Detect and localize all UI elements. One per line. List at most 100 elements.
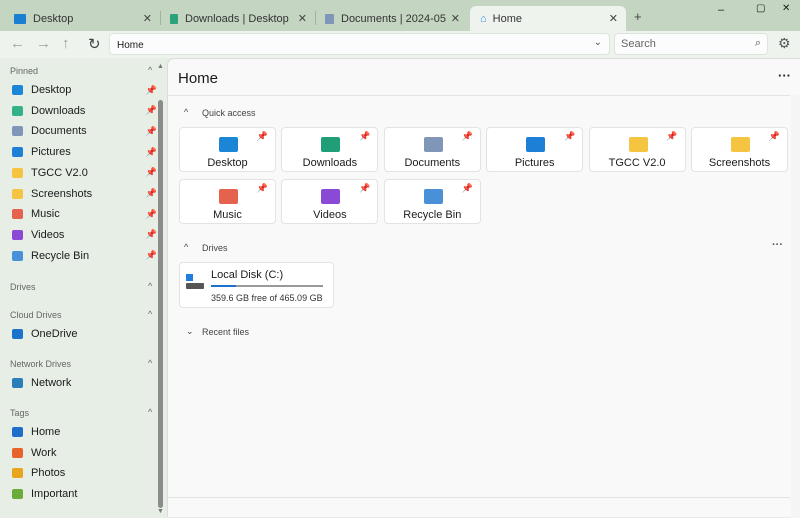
chevron-up-icon[interactable]: ^ bbox=[184, 107, 188, 117]
drive-card-c[interactable]: Local Disk (C:) 359.6 GB free of 465.09 … bbox=[179, 262, 334, 308]
section-quick-access: Quick access bbox=[202, 108, 256, 118]
onedrive-icon bbox=[12, 329, 23, 339]
sidebar-item-label: Home bbox=[31, 426, 60, 438]
pin-icon[interactable]: 📌 bbox=[146, 250, 157, 261]
back-button[interactable]: ← bbox=[10, 35, 25, 52]
card-label: Downloads bbox=[282, 157, 377, 169]
address-bar[interactable]: Home ⌄ bbox=[109, 33, 610, 55]
pictures-folder-icon bbox=[526, 137, 545, 152]
up-button[interactable]: ↑ bbox=[62, 35, 70, 52]
quick-access-videos[interactable]: Videos📌 bbox=[281, 179, 378, 224]
collapse-icon[interactable]: ^ bbox=[148, 309, 152, 319]
main-scrollbar[interactable] bbox=[791, 95, 800, 518]
sidebar-item-label: Network bbox=[31, 377, 71, 389]
maximize-button[interactable]: ▢ bbox=[756, 3, 765, 14]
tag-home-icon bbox=[12, 427, 23, 437]
desktop-icon bbox=[14, 14, 26, 24]
quick-access-screenshots[interactable]: Screenshots📌 bbox=[691, 127, 788, 172]
scroll-up-arrow[interactable]: ▲ bbox=[157, 63, 164, 70]
drive-usage-bar bbox=[211, 285, 323, 287]
sidebar-item-videos[interactable]: Videos 📌 bbox=[12, 227, 157, 243]
chevron-down-icon[interactable]: ⌄ bbox=[186, 326, 194, 337]
pin-icon[interactable]: 📌 bbox=[146, 85, 157, 96]
sidebar-item-documents[interactable]: Documents 📌 bbox=[12, 123, 157, 139]
section-header-network: Network Drives bbox=[10, 359, 71, 369]
sidebar-item-tag-photos[interactable]: Photos bbox=[12, 465, 157, 481]
recycle-bin-folder-icon bbox=[424, 189, 443, 204]
tab-label: Downloads | Desktop bbox=[185, 13, 289, 25]
collapse-icon[interactable]: ^ bbox=[148, 358, 152, 368]
settings-icon[interactable]: ⚙ bbox=[778, 35, 791, 52]
music-icon bbox=[12, 209, 23, 219]
close-tab-icon[interactable]: ✕ bbox=[143, 12, 152, 25]
search-input[interactable]: Search⌕ bbox=[614, 33, 768, 55]
chevron-up-icon[interactable]: ^ bbox=[184, 242, 188, 252]
tab-downloads[interactable]: Downloads | Desktop ✕ bbox=[160, 6, 315, 31]
sidebar-item-tag-important[interactable]: Important bbox=[12, 486, 157, 502]
pin-icon[interactable]: 📌 bbox=[564, 131, 575, 142]
quick-access-pictures[interactable]: Pictures 📌 bbox=[486, 127, 583, 172]
tab-desktop[interactable]: Desktop✕ bbox=[4, 6, 160, 31]
pin-icon[interactable]: 📌 bbox=[146, 188, 157, 199]
quick-access-tgcc-v2-0[interactable]: TGCC V2.0📌 bbox=[589, 127, 686, 172]
quick-access-music[interactable]: Music📌 bbox=[179, 179, 276, 224]
collapse-icon[interactable]: ^ bbox=[148, 281, 152, 291]
pin-icon[interactable]: 📌 bbox=[146, 105, 157, 116]
pin-icon[interactable]: 📌 bbox=[359, 183, 370, 194]
close-button[interactable]: ✕ bbox=[782, 3, 790, 14]
more-options-button[interactable]: ··· bbox=[778, 68, 791, 83]
sidebar-item-tag-home[interactable]: Home bbox=[12, 424, 157, 440]
collapse-icon[interactable]: ^ bbox=[148, 407, 152, 417]
drives-more-button[interactable]: ··· bbox=[772, 239, 783, 251]
close-tab-icon[interactable]: ✕ bbox=[451, 12, 460, 25]
quick-access-downloads[interactable]: Downloads 📌 bbox=[281, 127, 378, 172]
sidebar-item-desktop[interactable]: Desktop📌 bbox=[12, 82, 157, 98]
pin-icon[interactable]: 📌 bbox=[257, 183, 268, 194]
sidebar-item-label: Videos bbox=[31, 229, 64, 241]
sidebar-scrollbar[interactable] bbox=[158, 100, 163, 508]
refresh-button[interactable]: ↻ bbox=[88, 35, 101, 53]
address-text: Home bbox=[117, 40, 144, 51]
tab-documents[interactable]: Documents | 2024-05✕ bbox=[315, 6, 468, 31]
sidebar-item-tag-work[interactable]: Work bbox=[12, 445, 157, 461]
sidebar-item-screenshots[interactable]: Screenshots📌 bbox=[12, 186, 157, 202]
close-tab-icon[interactable]: ✕ bbox=[609, 12, 618, 25]
pin-icon[interactable]: 📌 bbox=[462, 131, 473, 142]
tab-label: Home bbox=[493, 13, 522, 25]
forward-button[interactable]: → bbox=[36, 35, 51, 52]
chevron-down-icon[interactable]: ⌄ bbox=[594, 37, 602, 48]
pin-icon[interactable]: 📌 bbox=[769, 131, 780, 142]
pictures-icon bbox=[12, 147, 23, 157]
downloads-folder-icon bbox=[321, 137, 340, 152]
collapse-icon[interactable]: ^ bbox=[148, 65, 152, 75]
pin-icon[interactable]: 📌 bbox=[146, 147, 157, 158]
sidebar-item-label: OneDrive bbox=[31, 328, 77, 340]
pin-icon[interactable]: 📌 bbox=[359, 131, 370, 142]
new-tab-button[interactable]: + bbox=[634, 9, 642, 24]
pin-icon[interactable]: 📌 bbox=[146, 229, 157, 240]
sidebar-item-downloads[interactable]: Downloads📌 bbox=[12, 103, 157, 119]
sidebar-item-recycle-bin[interactable]: Recycle Bin📌 bbox=[12, 248, 157, 264]
card-label: Pictures bbox=[487, 157, 582, 169]
minimize-button[interactable]: – bbox=[718, 4, 724, 16]
sidebar-item-label: Documents bbox=[31, 125, 87, 137]
tab-home[interactable]: ⌂Home✕ bbox=[470, 6, 626, 31]
pin-icon[interactable]: 📌 bbox=[146, 167, 157, 178]
pin-icon[interactable]: 📌 bbox=[462, 183, 473, 194]
close-tab-icon[interactable]: ✕ bbox=[298, 12, 307, 25]
pin-icon[interactable]: 📌 bbox=[666, 131, 677, 142]
sidebar-item-onedrive[interactable]: OneDrive bbox=[12, 326, 157, 342]
sidebar-item-pictures[interactable]: Pictures📌 bbox=[12, 144, 157, 160]
quick-access-recycle-bin[interactable]: Recycle Bin📌 bbox=[384, 179, 481, 224]
main-content: Home ··· ^ Quick access Desktop📌Download… bbox=[167, 58, 800, 517]
quick-access-desktop[interactable]: Desktop📌 bbox=[179, 127, 276, 172]
scroll-down-arrow[interactable]: ▼ bbox=[157, 508, 164, 515]
quick-access-documents[interactable]: Documents📌 bbox=[384, 127, 481, 172]
pin-icon[interactable]: 📌 bbox=[257, 131, 268, 142]
tgcc-v2-0-icon bbox=[12, 168, 23, 178]
sidebar-item-tgcc-v2-0[interactable]: TGCC V2.0📌 bbox=[12, 165, 157, 181]
sidebar-item-music[interactable]: Music📌 bbox=[12, 206, 157, 222]
pin-icon[interactable]: 📌 bbox=[146, 126, 157, 137]
sidebar-item-network[interactable]: Network bbox=[12, 375, 157, 391]
pin-icon[interactable]: 📌 bbox=[146, 209, 157, 220]
